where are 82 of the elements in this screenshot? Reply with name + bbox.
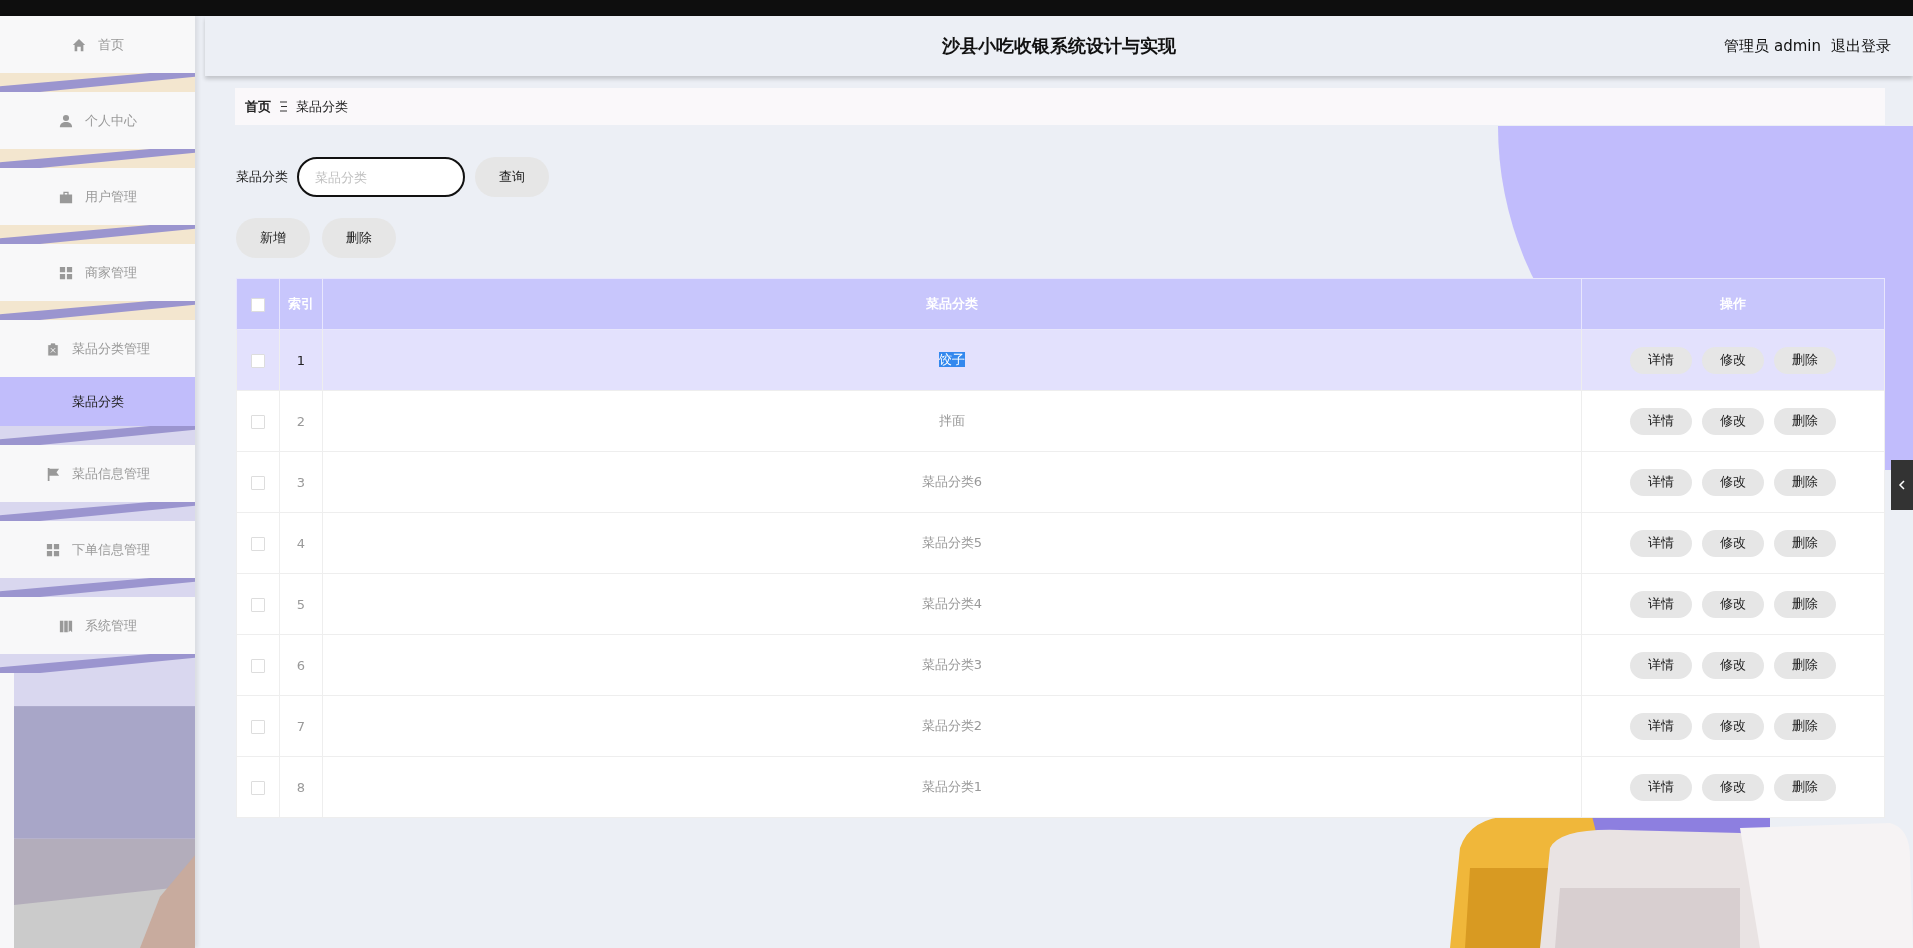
table-cell: 4	[279, 512, 323, 574]
row-action-button[interactable]: 删除	[1774, 773, 1836, 801]
row-action-button[interactable]: 详情	[1630, 712, 1692, 740]
row-action-button[interactable]: 修改	[1702, 529, 1764, 557]
row-action-button[interactable]: 详情	[1630, 773, 1692, 801]
row-checkbox[interactable]	[251, 353, 265, 368]
row-action-button[interactable]: 修改	[1702, 590, 1764, 618]
row-action-button[interactable]: 修改	[1702, 651, 1764, 679]
row-checkbox[interactable]	[251, 780, 265, 795]
row-action-button[interactable]: 删除	[1774, 346, 1836, 374]
grid-icon	[45, 542, 60, 557]
table-row[interactable]: 8 菜品分类1 详情 修改 删除	[236, 756, 1885, 818]
table-cell: 3	[279, 451, 323, 513]
table-header-cell: 菜品分类	[322, 278, 1582, 330]
search-button[interactable]: 查询	[475, 157, 549, 197]
search-label: 菜品分类	[236, 168, 288, 186]
row-action-button[interactable]: 详情	[1630, 529, 1692, 557]
app-title: 沙县小吃收银系统设计与实现	[942, 34, 1176, 58]
table-row[interactable]: 1 饺子 详情 修改 删除	[236, 329, 1885, 391]
grid-icon	[58, 265, 73, 280]
table-cell: 8	[279, 756, 323, 818]
user-label: 管理员 admin	[1724, 36, 1821, 56]
search-field[interactable]: 菜品分类	[297, 157, 465, 197]
row-checkbox[interactable]	[251, 658, 265, 673]
row-checkbox[interactable]	[251, 597, 265, 612]
table-cell: 菜品分类4	[322, 573, 1582, 635]
home-icon	[71, 37, 86, 52]
sidebar-subitem[interactable]: 菜品分类	[0, 377, 195, 426]
table-row[interactable]: 5 菜品分类4 详情 修改 删除	[236, 573, 1885, 635]
table-cell: 拌面	[322, 390, 1582, 452]
collapse-handle[interactable]	[1891, 460, 1913, 510]
table-row[interactable]: 4 菜品分类5 详情 修改 删除	[236, 512, 1885, 574]
select-all-checkbox[interactable]	[251, 297, 265, 312]
row-action-button[interactable]: 详情	[1630, 468, 1692, 496]
table-row[interactable]: 6 菜品分类3 详情 修改 删除	[236, 634, 1885, 696]
row-action-button[interactable]: 详情	[1630, 590, 1692, 618]
table-cell: 菜品分类3	[322, 634, 1582, 696]
row-action-button[interactable]: 修改	[1702, 712, 1764, 740]
row-checkbox[interactable]	[251, 475, 265, 490]
table-cell: 7	[279, 695, 323, 757]
action-button[interactable]: 删除	[322, 218, 396, 258]
clipboard-icon	[45, 341, 60, 356]
table-row[interactable]: 3 菜品分类6 详情 修改 删除	[236, 451, 1885, 513]
separator-icon	[280, 101, 287, 112]
table-cell: 菜品分类1	[322, 756, 1582, 818]
row-action-button[interactable]: 修改	[1702, 346, 1764, 374]
row-checkbox[interactable]	[251, 719, 265, 734]
table-row[interactable]: 2 拌面 详情 修改 删除	[236, 390, 1885, 452]
row-action-button[interactable]: 修改	[1702, 407, 1764, 435]
row-action-button[interactable]: 删除	[1774, 651, 1836, 679]
breadcrumb-current: 菜品分类	[296, 97, 348, 116]
row-checkbox[interactable]	[251, 414, 265, 429]
table-cell: 5	[279, 573, 323, 635]
row-action-button[interactable]: 修改	[1702, 468, 1764, 496]
flag-icon	[45, 466, 60, 481]
row-action-button[interactable]: 删除	[1774, 590, 1836, 618]
action-button[interactable]: 新增	[236, 218, 310, 258]
chevron-left-icon	[1898, 480, 1906, 490]
table-cell: 饺子	[322, 329, 1582, 391]
book-icon	[58, 618, 73, 633]
table-cell: 6	[279, 634, 323, 696]
table-cell: 菜品分类2	[322, 695, 1582, 757]
user-icon	[58, 113, 73, 128]
row-checkbox[interactable]	[251, 536, 265, 551]
briefcase-icon	[58, 189, 73, 204]
row-action-button[interactable]: 删除	[1774, 407, 1836, 435]
logout-link[interactable]: 退出登录	[1831, 36, 1891, 56]
table-row[interactable]: 7 菜品分类2 详情 修改 删除	[236, 695, 1885, 757]
table-cell: 菜品分类6	[322, 451, 1582, 513]
table-cell: 1	[279, 329, 323, 391]
row-action-button[interactable]: 详情	[1630, 346, 1692, 374]
row-action-button[interactable]: 修改	[1702, 773, 1764, 801]
row-action-button[interactable]: 删除	[1774, 529, 1836, 557]
table-cell: 菜品分类5	[322, 512, 1582, 574]
row-action-button[interactable]: 删除	[1774, 468, 1836, 496]
row-action-button[interactable]: 详情	[1630, 651, 1692, 679]
table-cell: 2	[279, 390, 323, 452]
row-action-button[interactable]: 删除	[1774, 712, 1836, 740]
table-header-cell: 操作	[1581, 278, 1885, 330]
table-header-cell: 索引	[279, 278, 323, 330]
row-action-button[interactable]: 详情	[1630, 407, 1692, 435]
breadcrumb-link[interactable]: 首页	[245, 97, 271, 116]
